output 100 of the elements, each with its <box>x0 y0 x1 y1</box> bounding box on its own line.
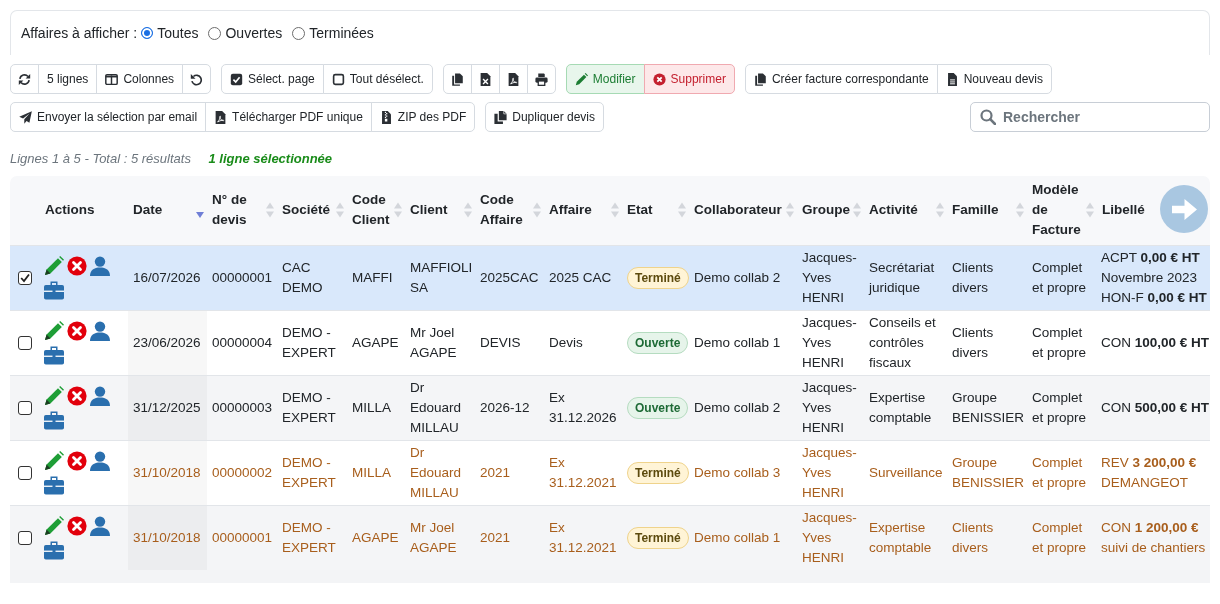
column-header[interactable]: Activité <box>869 200 918 221</box>
row-checkbox[interactable] <box>18 270 32 285</box>
x-circle-icon[interactable] <box>67 450 87 471</box>
person-icon[interactable] <box>90 255 110 276</box>
radio-label[interactable]: Ouvertes <box>225 25 283 41</box>
reset-button[interactable] <box>182 64 212 94</box>
column-header[interactable]: Modèle de Facture <box>1032 180 1084 241</box>
table-cell: CAC DEMO <box>277 245 347 310</box>
table-cell: Clients divers <box>947 505 1027 570</box>
column-header[interactable]: Code Affaire <box>480 190 531 231</box>
pencil-icon <box>574 72 588 86</box>
person-icon[interactable] <box>90 320 110 341</box>
table-cell: Surveillance <box>864 440 947 505</box>
column-header[interactable]: Collaborateur <box>694 200 782 221</box>
toolbar-button[interactable]: Sélect. page <box>221 64 324 94</box>
pencil-icon[interactable] <box>44 255 64 276</box>
column-header[interactable]: Groupe <box>802 200 850 221</box>
table-cell: 31/12/2025 <box>128 375 207 440</box>
table-cell: Demo collab 1 <box>689 310 797 375</box>
radio-button[interactable] <box>141 27 154 39</box>
table-cell: CON 1 200,00 € suivi de chantiers <box>1097 505 1210 570</box>
zip-file-icon <box>379 110 393 124</box>
pdf-button[interactable] <box>498 64 528 94</box>
row-checkbox[interactable] <box>18 335 32 350</box>
table-cell: Demo collab 3 <box>689 440 797 505</box>
toolbar-button[interactable]: Créer facture correspondante <box>744 64 938 94</box>
copy-button[interactable] <box>442 64 472 94</box>
column-header[interactable]: Date <box>133 200 163 221</box>
person-icon[interactable] <box>90 515 110 536</box>
copy-icon <box>450 72 464 86</box>
x-circle-icon[interactable] <box>67 385 87 406</box>
radio-label[interactable]: Terminées <box>309 25 374 41</box>
table-cell: DEMO - EXPERT <box>277 505 347 570</box>
results-summary: Lignes 1 à 5 - Total : 5 résultats <box>10 151 191 166</box>
excel-button[interactable] <box>470 64 500 94</box>
pencil-icon[interactable] <box>44 385 64 406</box>
person-icon[interactable] <box>90 385 110 406</box>
refresh-icon <box>18 72 31 86</box>
column-header[interactable]: Affaire <box>549 200 592 221</box>
column-header[interactable]: Famille <box>952 200 999 221</box>
column-header[interactable]: Société <box>282 200 331 221</box>
table-cell: Jacques-Yves HENRI <box>797 440 864 505</box>
toolbar-button[interactable]: Dupliquer devis <box>485 102 604 132</box>
status-badge: Terminé <box>627 461 689 484</box>
column-header[interactable]: Etat <box>627 200 653 221</box>
pencil-icon[interactable] <box>44 515 64 536</box>
briefcase-icon[interactable] <box>44 474 64 495</box>
pencil-icon[interactable] <box>44 320 64 341</box>
table-cell: Dr Edouard MILLAU <box>405 375 475 440</box>
table-cell: Clients divers <box>947 245 1027 310</box>
table-cell: MILLA <box>347 440 405 505</box>
toolbar-button[interactable]: Supprimer <box>643 64 735 94</box>
toolbar-button[interactable]: Envoyer la sélection par email <box>10 102 207 132</box>
column-header[interactable]: Client <box>410 200 448 221</box>
sort-down-icon[interactable] <box>196 212 204 219</box>
toolbar-button[interactable]: Modifier <box>565 64 645 94</box>
table-cell: Ex 31.12.2021 <box>544 440 622 505</box>
briefcase-icon[interactable] <box>44 539 64 560</box>
radio-button[interactable] <box>292 26 306 40</box>
x-circle-icon[interactable] <box>67 515 87 536</box>
pencil-icon[interactable] <box>44 450 64 471</box>
x-circle-icon[interactable] <box>67 320 87 341</box>
row-checkbox[interactable] <box>18 465 32 480</box>
column-header[interactable]: Code Client <box>352 190 392 231</box>
toolbar-button[interactable]: Nouveau devis <box>936 64 1053 94</box>
table-cell: 00000001 <box>207 245 277 310</box>
toolbar-button[interactable]: Tout désélect. <box>322 64 433 94</box>
refresh-button[interactable] <box>10 64 39 94</box>
briefcase-icon[interactable] <box>44 344 64 365</box>
table-cell: 2025 CAC <box>544 245 622 310</box>
row-checkbox[interactable] <box>18 531 32 546</box>
toolbar-button[interactable]: ZIP des PDF <box>370 102 476 132</box>
search-field[interactable]: Rechercher <box>970 102 1210 132</box>
table-cell: CON 500,00 € HT <box>1097 375 1210 440</box>
x-circle-icon[interactable] <box>67 255 87 276</box>
briefcase-icon[interactable] <box>44 279 64 300</box>
briefcase-icon[interactable] <box>44 409 64 430</box>
row-checkbox[interactable] <box>18 400 32 415</box>
table-cell: MAFFIOLI SA <box>405 245 475 310</box>
person-icon[interactable] <box>90 450 110 471</box>
table-cell: MAFFI <box>347 245 405 310</box>
table-cell: CON 100,00 € HT <box>1097 310 1210 375</box>
print-button[interactable] <box>526 64 556 94</box>
column-header[interactable]: Libellé <box>1102 200 1145 221</box>
toolbar-button[interactable]: Colonnes <box>96 64 184 94</box>
radio-button[interactable] <box>208 26 222 40</box>
table-cell: ACPT 0,00 € HT Novembre 2023 HON-F 0,00 € HT <box>1097 245 1210 310</box>
table-cell: 00000004 <box>207 310 277 375</box>
column-header[interactable]: Actions <box>45 200 95 221</box>
radio-label[interactable]: Toutes <box>157 25 199 41</box>
status-badge: Ouverte <box>627 396 689 419</box>
table-cell: MILLA <box>347 375 405 440</box>
toolbar-button[interactable]: Télécharger PDF unique <box>205 102 372 132</box>
table-cell: REV 3 200,00 € DEMANGEOT <box>1097 440 1210 505</box>
column-header[interactable]: N° de devis <box>212 190 264 231</box>
table-cell: Jacques-Yves HENRI <box>797 245 864 310</box>
toolbar-button[interactable]: 5 lignes <box>38 64 98 94</box>
table-cell: Secrétariat juridique <box>864 245 947 310</box>
table-cell: 2021 <box>475 440 544 505</box>
table-cell: Jacques-Yves HENRI <box>797 375 864 440</box>
